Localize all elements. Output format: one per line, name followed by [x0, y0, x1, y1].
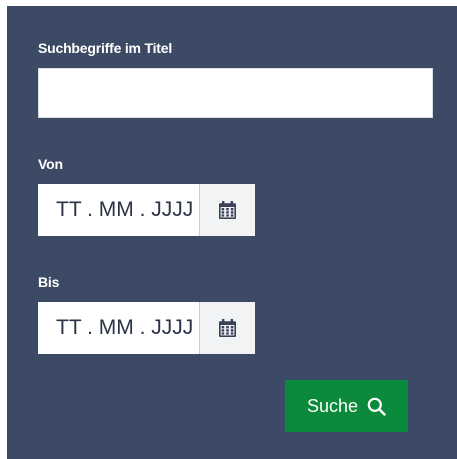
title-search-input[interactable]	[38, 68, 433, 118]
calendar-icon	[219, 319, 236, 337]
to-calendar-button[interactable]	[199, 302, 255, 354]
search-button[interactable]: Suche	[285, 380, 408, 432]
to-date-label: Bis	[38, 274, 60, 290]
to-date-input[interactable]	[38, 302, 199, 354]
search-icon	[367, 397, 386, 416]
to-date-field	[38, 302, 255, 354]
calendar-icon	[219, 201, 236, 219]
from-calendar-button[interactable]	[199, 184, 255, 236]
from-date-field	[38, 184, 255, 236]
search-form-panel: Suchbegriffe im Titel Von Bis	[7, 6, 457, 459]
from-date-label: Von	[38, 156, 63, 172]
search-button-label: Suche	[306, 395, 359, 416]
title-search-label: Suchbegriffe im Titel	[38, 40, 173, 56]
from-date-input[interactable]	[38, 184, 199, 236]
